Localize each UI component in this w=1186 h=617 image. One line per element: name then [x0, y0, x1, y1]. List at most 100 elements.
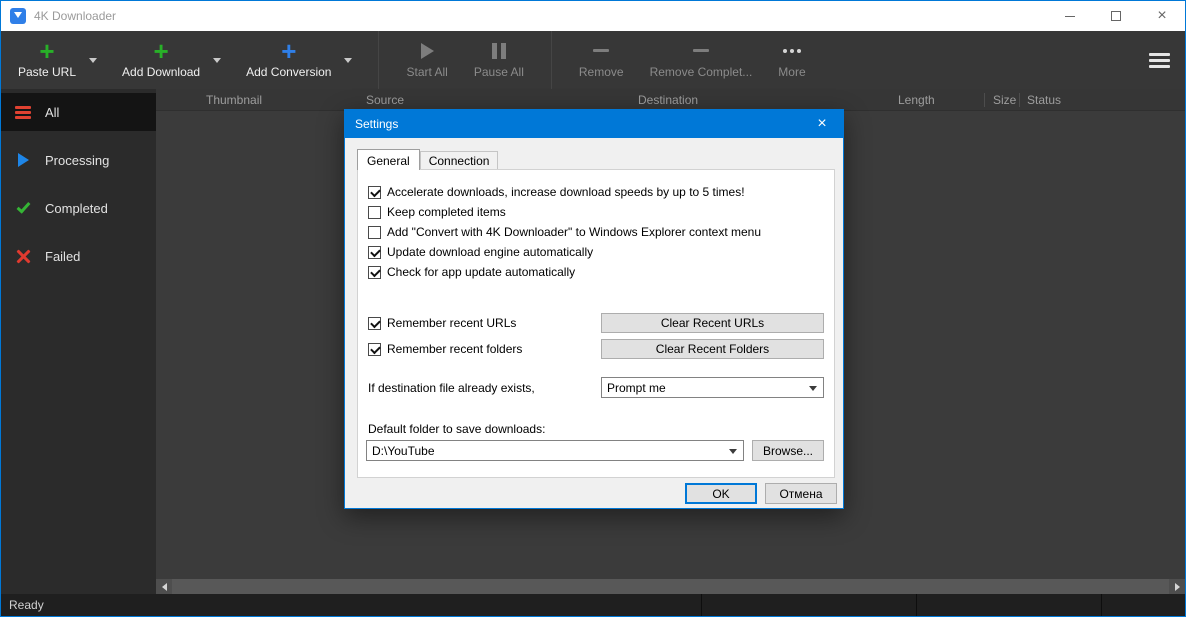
checkbox-label: Keep completed items	[387, 205, 506, 219]
settings-dialog: Settings × General Connection Accelerate…	[344, 109, 844, 509]
horizontal-scrollbar[interactable]	[156, 579, 1185, 594]
settings-panel: Accelerate downloads, increase download …	[357, 169, 835, 478]
add-download-dropdown-caret-icon[interactable]	[213, 58, 221, 63]
checkbox-label: Update download engine automatically	[387, 245, 593, 259]
sidebar-item-label: Failed	[45, 249, 80, 264]
clear-recent-urls-button[interactable]: Clear Recent URLs	[601, 313, 824, 333]
browse-button[interactable]: Browse...	[752, 440, 824, 461]
add-download-button[interactable]: + Add Download	[109, 31, 213, 89]
toolbar: + Paste URL + Add Download + Add Convers…	[1, 31, 1185, 89]
add-conversion-label: Add Conversion	[246, 65, 331, 79]
paste-url-dropdown-caret-icon[interactable]	[89, 58, 97, 63]
column-header-status[interactable]: Status	[1027, 93, 1061, 107]
tab-general[interactable]: General	[357, 149, 420, 170]
tab-connection[interactable]: Connection	[420, 151, 499, 169]
close-icon: ×	[817, 116, 826, 132]
chevron-down-icon	[729, 449, 737, 454]
hamburger-icon	[1149, 59, 1170, 62]
checkbox-accelerate-downloads[interactable]: Accelerate downloads, increase download …	[368, 185, 761, 199]
status-text: Ready	[9, 598, 44, 612]
clear-recent-folders-button[interactable]: Clear Recent Folders	[601, 339, 824, 359]
pause-icon	[492, 43, 506, 59]
default-folder-label: Default folder to save downloads:	[368, 422, 545, 436]
titlebar[interactable]: 4K Downloader ×	[1, 1, 1185, 31]
dialog-title: Settings	[355, 117, 398, 131]
column-header-destination[interactable]: Destination	[638, 93, 698, 107]
checkbox-icon	[368, 186, 381, 199]
minus-icon	[693, 49, 709, 52]
minimize-button[interactable]	[1047, 1, 1093, 31]
dialog-close-button[interactable]: ×	[801, 110, 843, 138]
scroll-left-button[interactable]	[156, 579, 172, 594]
list-column-header: Thumbnail Source Destination Length Size…	[156, 89, 1185, 111]
app-window: 4K Downloader × + Paste URL + Add Downlo…	[0, 0, 1186, 617]
checkbox-keep-completed[interactable]: Keep completed items	[368, 205, 761, 219]
sidebar-item-label: Processing	[45, 153, 109, 168]
checkbox-label: Accelerate downloads, increase download …	[387, 185, 745, 199]
checkbox-icon	[368, 206, 381, 219]
dialog-titlebar[interactable]: Settings ×	[345, 110, 843, 138]
pause-all-button[interactable]: Pause All	[461, 31, 537, 89]
chevron-down-icon	[809, 386, 817, 391]
sidebar-item-completed[interactable]: Completed	[1, 189, 156, 227]
more-label: More	[778, 65, 805, 79]
statusbar-separator	[916, 594, 917, 616]
add-conversion-dropdown-caret-icon[interactable]	[344, 58, 352, 63]
checkbox-remember-folders[interactable]: Remember recent folders	[368, 342, 522, 356]
start-all-label: Start All	[406, 65, 447, 79]
options-list: Accelerate downloads, increase download …	[368, 185, 761, 285]
checkbox-label: Check for app update automatically	[387, 265, 575, 279]
checkbox-icon	[368, 246, 381, 259]
maximize-icon	[1111, 11, 1121, 21]
add-conversion-button[interactable]: + Add Conversion	[233, 31, 344, 89]
ok-button[interactable]: OK	[685, 483, 757, 504]
minimize-icon	[1065, 16, 1075, 17]
column-separator	[984, 93, 985, 107]
checkbox-label: Remember recent URLs	[387, 316, 516, 330]
ellipsis-icon	[790, 49, 794, 53]
dialog-tabs: General Connection	[357, 149, 498, 170]
checkbox-label: Add "Convert with 4K Downloader" to Wind…	[387, 225, 761, 239]
play-icon	[421, 43, 434, 59]
arrow-right-icon	[1175, 583, 1180, 591]
checkbox-remember-urls[interactable]: Remember recent URLs	[368, 316, 516, 330]
paste-url-button[interactable]: + Paste URL	[5, 31, 89, 89]
column-separator	[1019, 93, 1020, 107]
start-all-button[interactable]: Start All	[393, 31, 460, 89]
list-icon	[15, 111, 31, 114]
window-title: 4K Downloader	[34, 9, 116, 23]
sidebar-item-all[interactable]: All	[1, 93, 156, 131]
remove-completed-button[interactable]: Remove Complet...	[637, 31, 766, 89]
more-button[interactable]: More	[765, 31, 818, 89]
sidebar-item-label: All	[45, 105, 59, 120]
cancel-button[interactable]: Отмена	[765, 483, 837, 504]
checkbox-check-app-update[interactable]: Check for app update automatically	[368, 265, 761, 279]
scroll-right-button[interactable]	[1169, 579, 1185, 594]
toolbar-separator	[551, 31, 552, 89]
file-exists-label: If destination file already exists,	[368, 381, 535, 395]
plus-icon: +	[281, 42, 296, 60]
checkbox-context-menu[interactable]: Add "Convert with 4K Downloader" to Wind…	[368, 225, 761, 239]
default-folder-combobox[interactable]: D:\YouTube	[366, 440, 744, 461]
sidebar-item-failed[interactable]: Failed	[1, 237, 156, 275]
play-icon	[18, 153, 29, 167]
menu-button[interactable]	[1133, 31, 1185, 89]
column-header-thumbnail[interactable]: Thumbnail	[206, 93, 262, 107]
checkbox-label: Remember recent folders	[387, 342, 522, 356]
checkbox-icon	[368, 266, 381, 279]
statusbar-separator	[1101, 594, 1102, 616]
checkbox-update-engine[interactable]: Update download engine automatically	[368, 245, 761, 259]
column-header-length[interactable]: Length	[898, 93, 935, 107]
checkbox-icon	[368, 226, 381, 239]
window-controls: ×	[1047, 1, 1185, 31]
close-icon: ×	[1157, 8, 1166, 24]
file-exists-dropdown[interactable]: Prompt me	[601, 377, 824, 398]
maximize-button[interactable]	[1093, 1, 1139, 31]
remove-button[interactable]: Remove	[566, 31, 637, 89]
sidebar-item-processing[interactable]: Processing	[1, 141, 156, 179]
statusbar: Ready	[1, 594, 1185, 616]
column-header-size[interactable]: Size	[993, 93, 1016, 107]
column-header-source[interactable]: Source	[366, 93, 404, 107]
checkbox-icon	[368, 317, 381, 330]
close-button[interactable]: ×	[1139, 1, 1185, 31]
